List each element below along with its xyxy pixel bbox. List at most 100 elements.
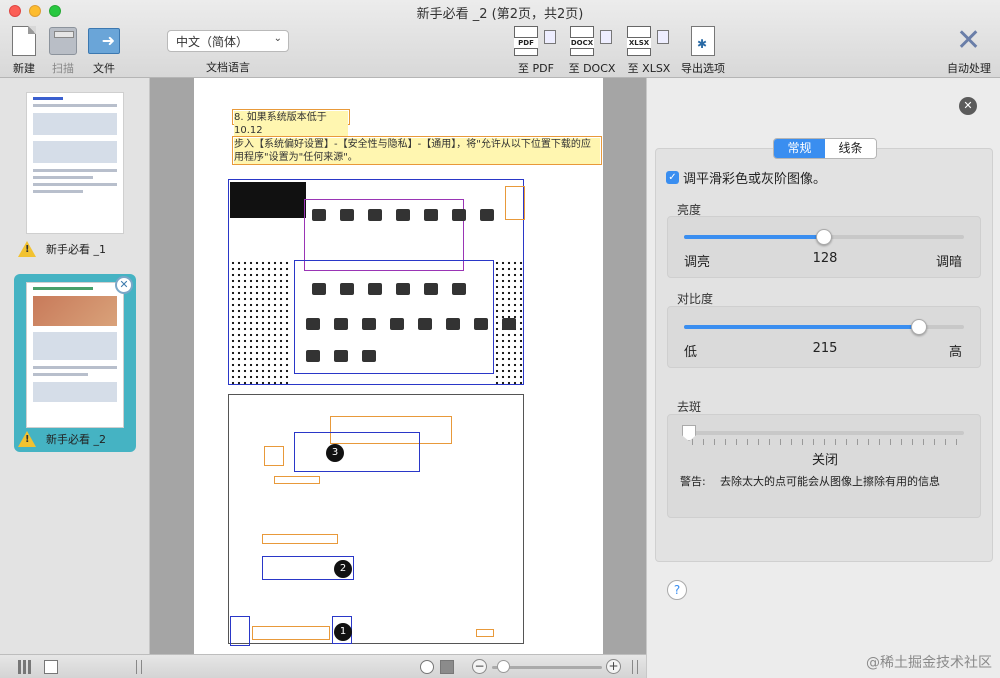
settings-tabs: 常规 线条: [773, 138, 877, 159]
document-text-line: 8. 如果系统版本低于 10.12: [234, 111, 348, 137]
export-options-button[interactable]: 导出选项: [680, 24, 726, 76]
language-select-value: 中文（简体）: [176, 35, 249, 49]
close-icon: ✕: [963, 99, 973, 112]
bottom-status-bar: − +: [0, 654, 646, 678]
document-text-block: 步入【系统偏好设置】-【安全性与隐私】-【通用】，将"允许从以下位置下载的应用程…: [234, 138, 600, 164]
smooth-images-checkbox[interactable]: ✓ 调平滑彩色或灰阶图像。: [666, 168, 826, 187]
icon-row: [312, 283, 466, 295]
contrast-slider-fill: [684, 325, 920, 329]
contrast-slider-knob[interactable]: [911, 319, 928, 335]
recognition-zone[interactable]: [274, 476, 320, 484]
scan-button[interactable]: 扫描: [46, 24, 80, 76]
contrast-min-label: 低: [684, 345, 698, 360]
text-view-icon[interactable]: [420, 660, 434, 674]
file-button-label: 文件: [93, 62, 115, 75]
scanner-icon: [49, 27, 77, 55]
grid-view-icon[interactable]: [18, 660, 32, 674]
warning-icon: [18, 241, 36, 257]
export-settings-icon: [691, 26, 715, 56]
to-docx-button[interactable]: DOCX 至 DOCX: [567, 24, 617, 76]
small-doc-icon: [657, 30, 669, 44]
page-thumbnail-1[interactable]: [26, 92, 124, 234]
new-document-icon: [12, 26, 36, 56]
recognition-zone[interactable]: [505, 186, 525, 220]
despeckle-warning-label: 警告:: [680, 475, 706, 488]
despeckle-box: 关闭 警告: 去除太大的点可能会从图像上擦除有用的信息: [667, 414, 981, 518]
contrast-value: 215: [812, 341, 838, 356]
small-doc-icon: [544, 30, 556, 44]
title-bar: 新手必看 _2 (第2页，共2页) 新建 扫描 文件 中文（简体） ⌄ 文档语言…: [0, 0, 1000, 78]
pdf-file-icon: PDF: [514, 26, 538, 56]
list-view-icon[interactable]: [44, 660, 58, 674]
resize-handle-icon[interactable]: [632, 660, 638, 674]
step-number-badge: 1: [334, 623, 352, 641]
picture-subzone[interactable]: [294, 432, 420, 472]
image-view-icon[interactable]: [440, 660, 454, 674]
close-panel-button[interactable]: ✕: [959, 97, 977, 115]
contrast-title: 对比度: [677, 292, 714, 306]
to-xlsx-button[interactable]: XLSX 至 XLSX: [626, 24, 672, 76]
page-thumbnail-2[interactable]: [26, 282, 124, 428]
docx-file-icon: DOCX: [570, 26, 594, 56]
to-pdf-button[interactable]: PDF 至 PDF: [514, 24, 558, 76]
brightness-value: 128: [812, 251, 838, 266]
zoom-in-button[interactable]: +: [606, 659, 621, 674]
checkmark-icon: ✓: [666, 171, 679, 184]
contrast-slider[interactable]: [684, 319, 964, 335]
resize-handle-icon[interactable]: [136, 660, 142, 674]
auto-process-button[interactable]: 自动处理: [944, 23, 994, 76]
zoom-slider-knob[interactable]: [497, 660, 510, 673]
chevron-down-icon: ⌄: [273, 33, 282, 44]
export-options-label: 导出选项: [681, 62, 725, 75]
new-button[interactable]: 新建: [8, 24, 40, 76]
brightness-slider-fill: [684, 235, 824, 239]
despeckle-slider-ticks: [692, 439, 964, 445]
file-import-icon: [88, 28, 120, 54]
despeckle-value: 关闭: [811, 453, 838, 468]
auto-process-label: 自动处理: [947, 62, 991, 75]
tab-lines[interactable]: 线条: [825, 139, 876, 158]
window-title: 新手必看 _2 (第2页，共2页): [416, 7, 584, 22]
recognition-zone[interactable]: [252, 626, 330, 640]
tools-icon: [952, 23, 986, 58]
icon-row: [306, 318, 516, 330]
smooth-images-label: 调平滑彩色或灰阶图像。: [683, 172, 827, 187]
tab-general[interactable]: 常规: [774, 139, 825, 158]
recognition-zone[interactable]: [264, 446, 284, 466]
icon-row: [306, 350, 376, 362]
step-number-badge: 3: [326, 444, 344, 462]
document-canvas[interactable]: 8. 如果系统版本低于 10.12 步入【系统偏好设置】-【安全性与隐私】-【通…: [150, 78, 646, 654]
remove-page-icon[interactable]: ✕: [115, 276, 133, 294]
watermark-text: @稀土掘金技术社区: [866, 655, 992, 671]
contrast-max-label: 高: [948, 345, 962, 360]
despeckle-title: 去斑: [677, 400, 702, 414]
brightness-slider-knob[interactable]: [816, 229, 832, 245]
zoom-out-button[interactable]: −: [472, 659, 487, 674]
scan-button-label: 扫描: [52, 62, 74, 75]
despeckle-slider[interactable]: [682, 425, 964, 441]
help-button[interactable]: ?: [667, 580, 687, 600]
xlsx-file-icon: XLSX: [627, 26, 651, 56]
brightness-max-label: 调暗: [935, 255, 962, 270]
to-docx-label: 至 DOCX: [568, 62, 616, 75]
language-label: 文档语言: [206, 61, 250, 74]
picture-noise: [230, 260, 290, 384]
language-select[interactable]: 中文（简体） ⌄: [167, 30, 289, 52]
new-button-label: 新建: [13, 62, 35, 75]
recognition-zone[interactable]: [476, 629, 494, 637]
icon-row: [312, 209, 494, 221]
small-doc-icon: [600, 30, 612, 44]
brightness-slider[interactable]: [684, 229, 964, 245]
to-pdf-label: 至 PDF: [518, 62, 554, 75]
page-1-label[interactable]: 新手必看 _1: [18, 241, 106, 257]
page-thumbnails-sidebar: 新手必看 _1 ✕ 新手必看 _2: [0, 78, 150, 654]
image-settings-panel: ✕ 常规 线条 ✓ 调平滑彩色或灰阶图像。 亮度 调亮 128 调暗 对比度 低…: [646, 78, 1000, 678]
page-1-name: 新手必看 _1: [46, 243, 106, 256]
file-button[interactable]: 文件: [86, 24, 122, 76]
picture-subzone[interactable]: [230, 616, 250, 646]
page-2-label[interactable]: 新手必看 _2: [18, 431, 106, 447]
despeckle-warning: 去除太大的点可能会从图像上擦除有用的信息: [720, 475, 940, 488]
picture-content: [230, 182, 306, 218]
brightness-box: 调亮 128 调暗: [667, 216, 981, 278]
recognition-zone[interactable]: [262, 534, 338, 544]
